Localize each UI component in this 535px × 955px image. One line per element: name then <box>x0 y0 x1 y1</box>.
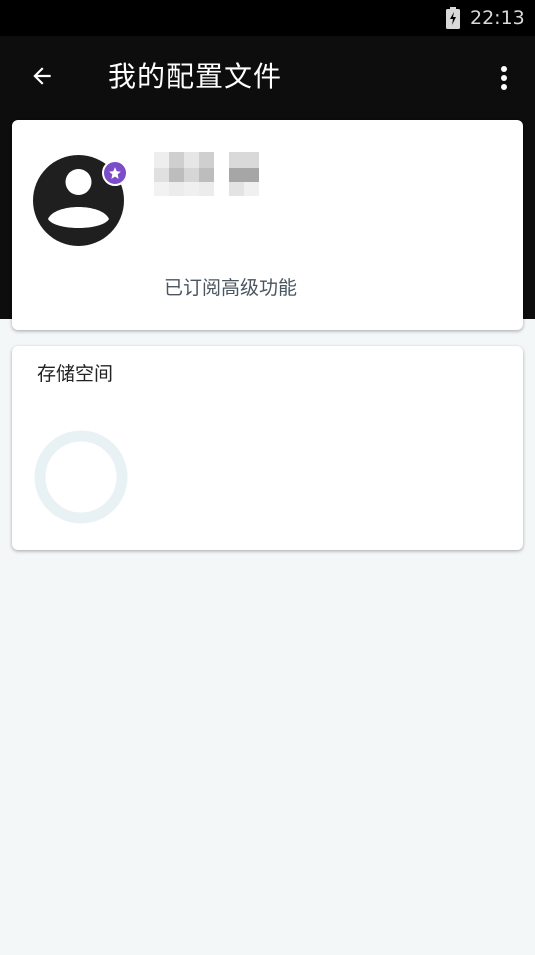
subscription-status: 已订阅高级功能 <box>164 277 298 299</box>
app-bar: 我的配置文件 <box>0 36 535 120</box>
storage-card: 存储空间 <box>12 346 523 550</box>
premium-badge <box>102 160 128 186</box>
status-time: 22:13 <box>470 7 525 29</box>
status-bar: 22:13 <box>0 0 535 36</box>
page-title: 我的配置文件 <box>108 60 283 93</box>
username-redacted <box>154 152 262 198</box>
star-icon <box>109 167 121 179</box>
more-vert-icon <box>501 66 507 90</box>
storage-progress-ring <box>34 430 128 524</box>
back-button[interactable] <box>20 54 64 98</box>
profile-card: 已订阅高级功能 <box>12 120 523 330</box>
more-options-button[interactable] <box>486 56 522 100</box>
battery-charging-icon <box>446 7 460 29</box>
arrow-left-icon <box>33 67 51 85</box>
storage-title: 存储空间 <box>37 363 114 385</box>
